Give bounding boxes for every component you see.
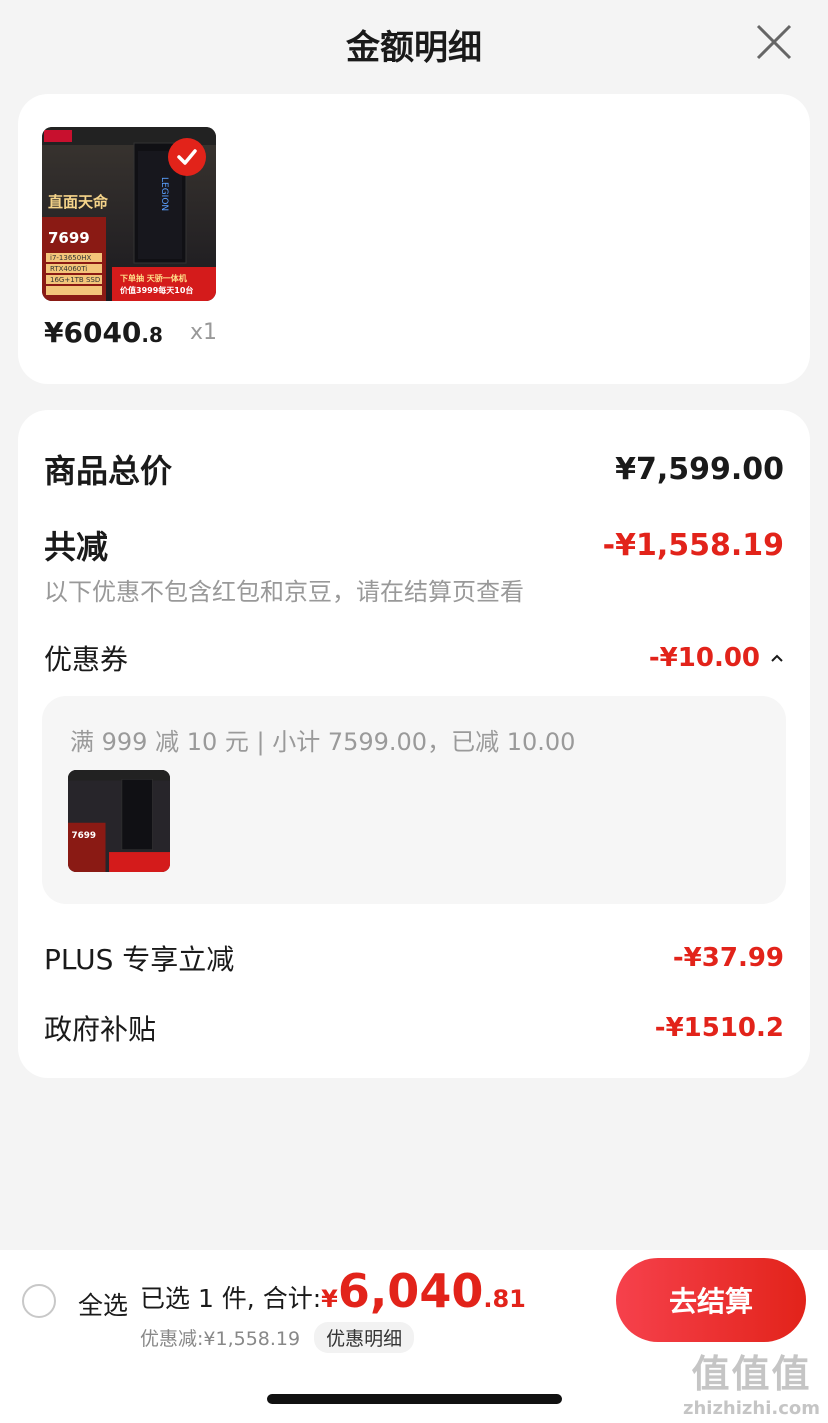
watermark-logo: 值值值 — [691, 1352, 812, 1396]
close-icon — [756, 24, 792, 60]
product-price: ¥6040 .8 — [44, 316, 163, 349]
thumb-spec-2: RTX4060Ti — [50, 265, 87, 273]
close-button[interactable] — [754, 22, 794, 62]
total-value: ¥7,599.00 — [615, 451, 784, 487]
total-currency-symbol: ¥ — [321, 1285, 338, 1313]
coupon-detail-box: 满 999 减 10 元 | 小计 7599.00，已减 10.00 7699 — [42, 696, 786, 904]
checkout-button[interactable]: 去结算 — [616, 1258, 806, 1342]
thumb-slogan: 直面天命 — [48, 193, 109, 211]
checkout-bar: 全选 已选 1 件, 合计: ¥ 6,040 .81 优惠减:¥1,558.19… — [0, 1250, 828, 1423]
subsidy-value: -¥1510.2 — [654, 1013, 784, 1043]
thumb-spec-3: 16G+1TB SSD — [50, 276, 100, 284]
coupon-row[interactable]: 优惠券 -¥10.00 — [44, 638, 784, 678]
reduce-value: -¥1,558.19 — [602, 527, 784, 563]
subsidy-row: 政府补贴 -¥1510.2 — [44, 1008, 784, 1048]
product-price-main: ¥6040 — [44, 316, 142, 349]
thumb-spec-1: i7-13650HX — [50, 254, 91, 262]
discount-note: 以下优惠不包含红包和京豆，请在结算页查看 — [44, 578, 524, 606]
coupon-label: 优惠券 — [44, 643, 129, 676]
home-indicator — [267, 1394, 562, 1404]
discount-detail-button[interactable]: 优惠明细 — [314, 1322, 415, 1353]
page-title: 金额明细 — [346, 27, 482, 68]
reduce-label: 共减 — [44, 528, 109, 566]
coupon-value: -¥10.00 — [648, 643, 760, 673]
product-card: 直面天命 7699 i7-13650HX RTX4060Ti 16G+1TB S… — [18, 94, 810, 384]
thumb-promo-2: 价值3999每天10台 — [120, 285, 193, 295]
reduce-row: 共减 -¥1,558.19 — [44, 522, 784, 568]
coupon-value-wrap: -¥10.00 — [649, 643, 784, 673]
plus-value: -¥37.99 — [672, 943, 784, 973]
product-price-decimal: .8 — [141, 323, 163, 347]
thumb-promo-1: 下单抽 天骄一体机 — [120, 273, 187, 283]
coupon-detail-text: 满 999 减 10 元 | 小计 7599.00，已减 10.00 — [70, 728, 576, 756]
total-row: 商品总价 ¥7,599.00 — [44, 446, 784, 492]
select-all-radio[interactable] — [22, 1284, 56, 1318]
coupon-product-thumbnail[interactable]: 7699 — [68, 770, 170, 872]
selected-count-text: 已选 1 件, 合计: — [140, 1284, 322, 1313]
subsidy-label: 政府补贴 — [44, 1013, 157, 1046]
discount-total-text: 优惠减:¥1,558.19 — [140, 1328, 301, 1350]
total-amount-decimal: .81 — [483, 1285, 526, 1313]
watermark-url: zhizhizhi.com — [682, 1398, 820, 1419]
selected-total-line: 已选 1 件, 合计: ¥ 6,040 .81 — [140, 1264, 526, 1318]
total-label: 商品总价 — [44, 452, 173, 490]
thumb-price: 7699 — [48, 229, 90, 247]
watermark: 值值值 zhizhizhi.com — [683, 1343, 820, 1419]
checkmark-icon — [177, 149, 197, 165]
selected-check-badge[interactable] — [168, 138, 206, 176]
price-summary-card: 商品总价 ¥7,599.00 共减 -¥1,558.19 以下优惠不包含红包和京… — [18, 410, 810, 1078]
discount-line: 优惠减:¥1,558.19 优惠明细 — [140, 1322, 415, 1353]
total-amount-integer: 6,040 — [337, 1264, 484, 1318]
plus-label: PLUS 专享立减 — [44, 943, 235, 976]
header: 金额明细 — [0, 0, 828, 88]
coupon-thumb-price: 7699 — [72, 831, 96, 841]
coupon-product-image: 7699 — [68, 770, 170, 872]
chevron-up-icon — [771, 654, 783, 662]
select-all-label[interactable]: 全选 — [78, 1286, 128, 1322]
thumb-brand: LEGION — [159, 177, 169, 211]
plus-row: PLUS 专享立减 -¥37.99 — [44, 938, 784, 978]
product-quantity: x1 — [190, 320, 218, 345]
